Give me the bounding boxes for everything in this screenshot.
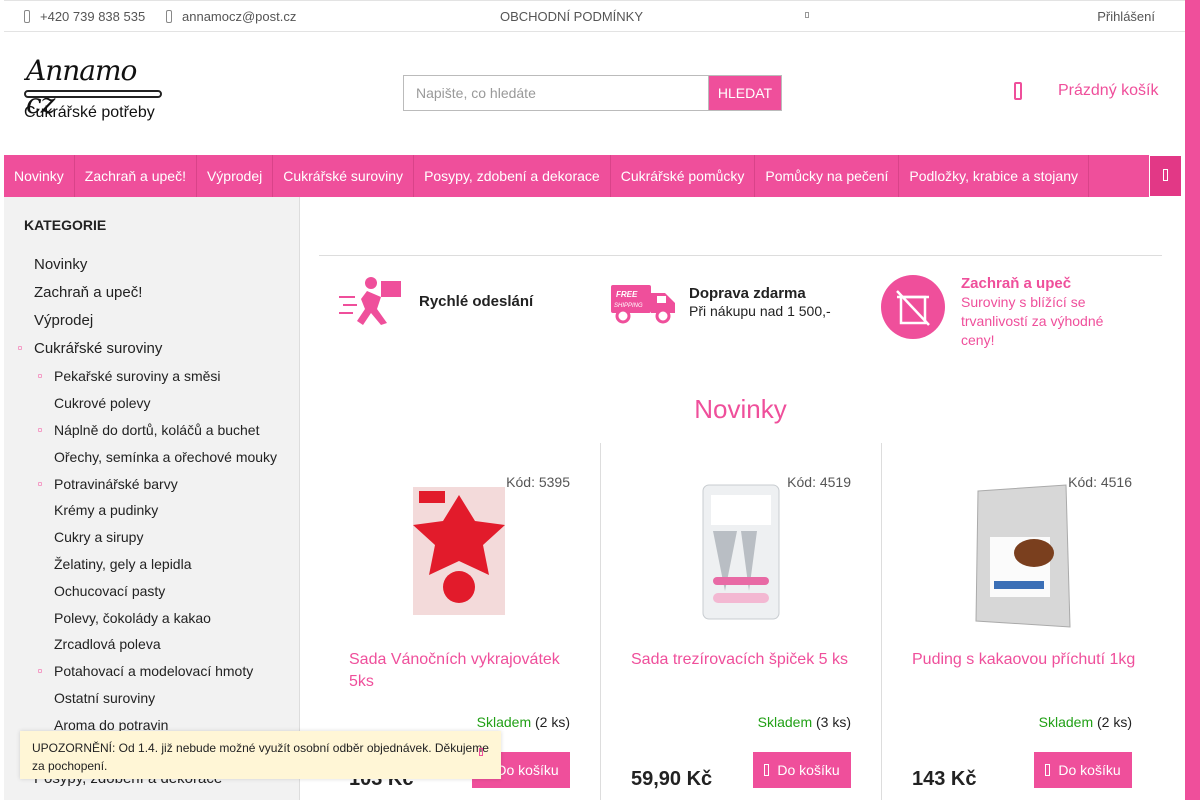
product-price: 143 Kč <box>912 768 977 790</box>
product-image[interactable] <box>691 481 791 621</box>
sidebar-subitem[interactable]: Ochucovací pasty <box>54 583 165 599</box>
sidebar-subitem[interactable]: Želatiny, gely a lepidla <box>54 556 191 572</box>
section-title: Novinky <box>694 394 787 424</box>
expand-icon <box>18 346 22 350</box>
feature-title: Rychlé odeslání <box>419 293 534 310</box>
nav-zachran[interactable]: Zachraň a upeč! <box>75 155 197 197</box>
product-price: 59,90 Kč <box>631 768 713 790</box>
product-code: Kód: 4516 <box>1068 474 1132 490</box>
svg-text:FREE: FREE <box>616 290 638 299</box>
nav-pomucky[interactable]: Cukrářské pomůcky <box>611 155 756 197</box>
divider <box>319 255 1162 256</box>
sidebar-subitem[interactable]: Cukry a sirupy <box>54 529 143 545</box>
product-title[interactable]: Sada trezírovacích špiček 5 ks <box>631 649 861 671</box>
nav-posypy[interactable]: Posypy, zdobení a dekorace <box>414 155 611 197</box>
sidebar-subitem[interactable]: Ostatní suroviny <box>54 690 155 706</box>
product-title[interactable]: Sada Vánočních vykrajovátek 5ks <box>349 649 579 693</box>
sidebar-subitem[interactable]: Potahovací a modelovací hmoty <box>54 663 253 679</box>
cart-icon <box>764 764 770 776</box>
nav-novinky[interactable]: Novinky <box>4 155 75 197</box>
feature-text: Suroviny s blížící se trvanlivostí za vý… <box>961 294 1104 348</box>
search-input[interactable] <box>403 75 708 111</box>
sidebar-item-novinky[interactable]: Novinky <box>34 256 87 273</box>
sidebar-subitem[interactable]: Potravinářské barvy <box>54 476 178 492</box>
add-to-cart-button[interactable]: Do košíku <box>1034 752 1132 788</box>
feature-free-shipping: FREE SHIPPING Doprava zdarma Při nákupu … <box>605 275 831 329</box>
product-code: Kód: 5395 <box>506 474 570 490</box>
sidebar-subitem[interactable]: Zrcadlová poleva <box>54 636 161 652</box>
feature-fast-shipping: Rychlé odeslání <box>337 275 533 329</box>
sidebar-subitem[interactable]: Cukrové polevy <box>54 395 151 411</box>
product-image[interactable] <box>972 481 1072 631</box>
stock-status: Skladem (2 ks) <box>1038 714 1132 730</box>
close-icon[interactable] <box>479 748 483 756</box>
sidebar-subitem[interactable]: Pekařské suroviny a směsi <box>54 368 221 384</box>
search-button[interactable]: HLEDAT <box>708 75 782 111</box>
terms-link[interactable]: OBCHODNÍ PODMÍNKY <box>500 9 643 24</box>
product-card[interactable]: Kód: 4519 Sada trezírovacích špiček 5 ks… <box>600 443 881 800</box>
product-title[interactable]: Puding s kakaovou příchutí 1kg <box>912 649 1142 671</box>
running-courier-icon <box>339 277 401 325</box>
cart[interactable]: Prázdný košík <box>1014 82 1158 100</box>
header: Annamo cz Cukrářské potřeby HLEDAT Prázd… <box>4 32 1185 154</box>
sidebar-subitem[interactable]: Polevy, čokolády a kakao <box>54 610 211 626</box>
feature-save-and-bake[interactable]: Zachraň a upeč Suroviny s blížící se trv… <box>881 275 1131 350</box>
notice-banner: UPOZORNĚNÍ: Od 1.4. již nebude možné vyu… <box>20 731 501 779</box>
nav-peceni[interactable]: Pomůcky na pečení <box>755 155 900 197</box>
cart-icon <box>1014 82 1022 100</box>
feature-text: Při nákupu nad 1 500,- <box>689 303 831 319</box>
expand-icon <box>38 669 42 673</box>
sidebar-item-zachran[interactable]: Zachraň a upeč! <box>34 284 142 301</box>
nav-vyprodej[interactable]: Výprodej <box>197 155 274 197</box>
nav-podlozky[interactable]: Podložky, krabice a stojany <box>899 155 1089 197</box>
sidebar-subitem[interactable]: Krémy a pudinky <box>54 502 158 518</box>
stock-status: Skladem (2 ks) <box>476 714 570 730</box>
email-contact[interactable]: annamocz@post.cz <box>166 9 296 24</box>
phone-icon <box>24 10 30 23</box>
category-sidebar: KATEGORIE Novinky Zachraň a upeč! Výprod… <box>4 197 300 800</box>
main-nav: Novinky Zachraň a upeč! Výprodej Cukrářs… <box>4 155 1182 197</box>
logo-tagline: Cukrářské potřeby <box>24 104 155 121</box>
add-to-cart-button[interactable]: Do košíku <box>753 752 851 788</box>
top-bar: +420 739 838 535 annamocz@post.cz OBCHOD… <box>4 0 1185 32</box>
sidebar-item-vyprodej[interactable]: Výprodej <box>34 312 93 329</box>
logo[interactable]: Annamo cz Cukrářské potřeby <box>24 54 164 130</box>
rolling-pin-icon <box>24 90 162 98</box>
product-image[interactable] <box>409 481 509 621</box>
topbar-menu-icon[interactable] <box>805 12 809 18</box>
cart-label[interactable]: Prázdný košík <box>1058 82 1158 100</box>
sidebar-subitem[interactable]: Ořechy, semínka a ořechové mouky <box>54 449 277 465</box>
sidebar-heading: KATEGORIE <box>24 217 107 233</box>
product-card[interactable]: Kód: 4516 Puding s kakaovou příchutí 1kg… <box>881 443 1162 800</box>
nav-suroviny[interactable]: Cukrářské suroviny <box>273 155 415 197</box>
email-address[interactable]: annamocz@post.cz <box>182 9 296 24</box>
phone-number[interactable]: +420 739 838 535 <box>40 9 145 24</box>
truck-icon: FREE SHIPPING <box>611 285 675 324</box>
email-icon <box>166 10 172 23</box>
search-bar: HLEDAT <box>403 75 782 111</box>
expand-icon <box>38 374 42 378</box>
nav-more-button[interactable] <box>1149 155 1182 197</box>
product-code: Kód: 4519 <box>787 474 851 490</box>
menu-icon <box>1163 169 1168 181</box>
cart-icon <box>1045 764 1051 776</box>
feature-title: Doprava zdarma <box>689 285 806 302</box>
login-link[interactable]: Přihlášení <box>1097 9 1155 24</box>
main-content: Rychlé odeslání FREE SHIPPING Doprava zd… <box>319 197 1162 800</box>
phone-contact[interactable]: +420 739 838 535 <box>24 9 145 24</box>
feature-title[interactable]: Zachraň a upeč <box>961 275 1071 292</box>
sidebar-item-suroviny[interactable]: Cukrářské suroviny <box>34 340 162 357</box>
sidebar-subitem[interactable]: Náplně do dortů, koláčů a buchet <box>54 422 259 438</box>
stock-status: Skladem (3 ks) <box>757 714 851 730</box>
right-edge-bar <box>1185 0 1200 800</box>
expand-icon <box>38 482 42 486</box>
svg-text:SHIPPING: SHIPPING <box>614 303 643 309</box>
no-waste-icon <box>881 275 945 339</box>
notice-text: UPOZORNĚNÍ: Od 1.4. již nebude možné vyu… <box>32 741 489 773</box>
expand-icon <box>38 428 42 432</box>
